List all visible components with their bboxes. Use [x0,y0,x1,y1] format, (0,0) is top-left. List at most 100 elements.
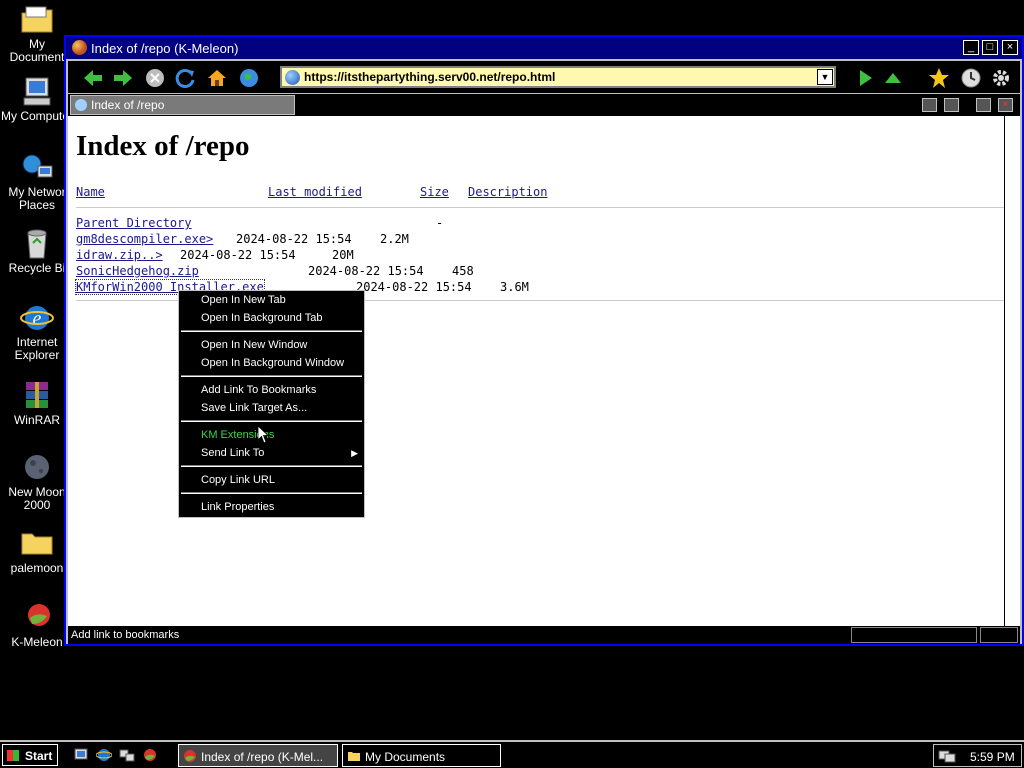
column-header-size[interactable]: Size [420,185,449,199]
divider [76,207,1012,208]
folder-icon [20,528,54,560]
file-date: 2024-08-22 15:54 [180,248,296,262]
security-lock-icon [980,627,1018,643]
moon-icon [20,452,54,484]
menu-item-link-properties[interactable]: Link Properties [201,501,274,513]
k-meleon-icon[interactable] [142,747,158,763]
menu-item-open-in-background-window[interactable]: Open In Background Window [201,357,344,369]
new-tab-icon[interactable] [922,98,937,112]
file-date: 2024-08-22 15:54 [356,280,472,294]
computer-icon [20,76,54,108]
menu-item-copy-link-url[interactable]: Copy Link URL [201,474,275,486]
menu-item-open-in-new-window[interactable]: Open In New Window [201,339,307,351]
menu-item-open-in-new-tab[interactable]: Open In New Tab [201,294,286,306]
file-size: 20M [332,248,354,262]
desktop-icon-label: New Moon 2000 [8,485,66,512]
file-size: 2.2M [380,232,409,246]
folder-documents-icon [20,4,54,36]
parent-directory-link[interactable]: Parent Directory [76,216,192,230]
history-clock-icon[interactable] [960,67,982,89]
maximize-button[interactable]: □ [982,40,998,55]
reload-icon[interactable] [174,67,196,89]
submenu-arrow-icon: ▶ [351,448,358,458]
mouse-cursor-icon [258,426,270,444]
taskbar: Start Index of /repo (K-Mel... My Docume… [0,740,1024,768]
tab-list-icon[interactable] [944,98,959,112]
close-button[interactable]: × [1002,40,1018,55]
tab-index-of-repo[interactable]: Index of /repo [70,95,295,115]
desktop-icon-my-computer[interactable]: My Computer [0,76,74,123]
parent-size: - [436,216,444,230]
desktop-icon-my-documents[interactable]: My Document [0,4,74,64]
site-globe-icon [285,70,300,85]
desktop-icon-new-moon[interactable]: New Moon 2000 [0,452,74,512]
desktop-icon-label: WinRAR [13,413,60,427]
url-dropdown-button[interactable]: ▼ [817,69,833,85]
url-bar[interactable]: https://itsthepartything.serv00.net/repo… [280,66,836,88]
winrar-icon [20,380,54,412]
settings-gear-icon[interactable] [990,67,1012,89]
file-size: 458 [452,264,474,278]
task-label: My Documents [365,750,446,764]
column-header-last-modified[interactable]: Last modified [268,185,362,199]
home-icon[interactable] [206,67,228,89]
internet-explorer-icon[interactable] [96,747,112,763]
file-size: 3.6M [500,280,529,294]
folder-icon [348,752,360,761]
menu-item-open-in-background-tab[interactable]: Open In Background Tab [201,312,323,324]
menu-separator [181,375,362,377]
desktop-icon-palemoon[interactable]: palemoon [0,528,74,575]
close-tab-icon[interactable]: × [998,98,1013,112]
recycle-bin-icon [20,228,54,260]
desktop-icon-k-meleon[interactable]: K-Meleon [0,602,74,649]
network-icon [20,152,54,184]
tab-bar: Index of /repo × [68,94,1020,116]
k-meleon-icon [72,40,87,55]
globe-icon[interactable] [238,67,260,89]
desktop-icon-my-network-places[interactable]: My Networ Places [0,152,74,212]
start-button[interactable]: Start [2,744,58,766]
context-menu: Open In New Tab Open In Background Tab O… [178,290,365,518]
k-meleon-icon [20,602,54,634]
desktop-icon-label: K-Meleon [11,635,63,649]
desktop-icon-recycle-bin[interactable]: Recycle Bi [0,228,74,275]
window-title: Index of /repo (K-Meleon) [91,41,239,56]
file-link[interactable]: idraw.zip..> [76,248,163,262]
minimize-button[interactable]: _ [963,40,979,55]
start-label: Start [25,749,53,763]
network-icon[interactable] [119,747,135,763]
clock[interactable]: 5:59 PM [970,750,1015,764]
url-text[interactable]: https://itsthepartything.serv00.net/repo… [304,70,555,84]
stop-icon[interactable] [144,67,166,89]
column-header-name[interactable]: Name [76,185,105,199]
duplicate-tab-icon[interactable] [976,98,991,112]
taskbar-button-k-meleon[interactable]: Index of /repo (K-Mel... [178,744,338,767]
desktop-icon-internet-explorer[interactable]: e Internet Explorer [0,302,74,362]
internet-explorer-icon: e [20,302,54,334]
file-link[interactable]: SonicHedgehog.zip [76,264,199,278]
menu-item-save-link-target-as[interactable]: Save Link Target As... [201,402,307,414]
status-bar: Add link to bookmarks [68,626,1020,644]
status-text: Add link to bookmarks [71,629,180,641]
menu-item-send-link-to[interactable]: Send Link To [201,447,264,459]
desktop-icon-label: My Document [9,37,65,64]
title-bar[interactable]: Index of /repo (K-Meleon) _ □ × [66,37,1022,59]
forward-icon[interactable] [112,67,134,89]
menu-separator [181,420,362,422]
file-link[interactable]: gm8descompiler.exe> [76,232,213,246]
show-desktop-icon[interactable] [73,747,89,763]
desktop-icon-label: palemoon [10,561,64,575]
taskbar-button-my-documents[interactable]: My Documents [342,744,501,767]
desktop-icon-winrar[interactable]: WinRAR [0,380,74,427]
network-tray-icon[interactable] [938,749,956,763]
status-panel [851,627,977,643]
menu-item-add-link-to-bookmarks[interactable]: Add Link To Bookmarks [201,384,316,396]
back-icon[interactable] [82,67,104,89]
up-icon[interactable] [882,67,904,89]
desktop-icon-label: My Computer [0,109,74,123]
vertical-scrollbar[interactable] [1004,116,1020,626]
desktop-icon-label: My Networ Places [8,185,66,212]
bookmarks-star-icon[interactable] [928,67,950,89]
column-header-description[interactable]: Description [468,185,547,199]
go-icon[interactable] [854,67,876,89]
